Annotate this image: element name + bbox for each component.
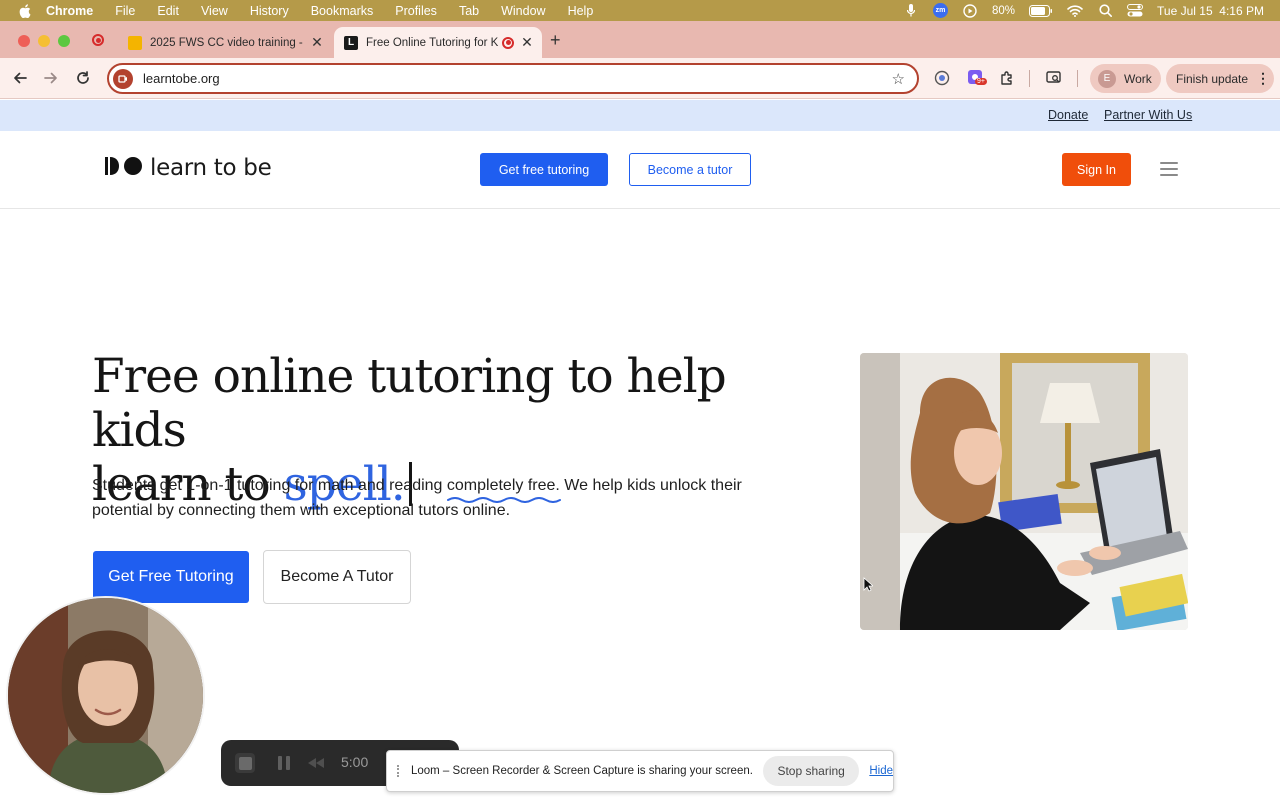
finish-update-label: Finish update — [1176, 71, 1249, 86]
control-center-icon[interactable] — [1127, 3, 1144, 19]
tab-recording-icon — [502, 36, 514, 49]
hero-text-highlight: completely free — [446, 477, 556, 494]
menu-help[interactable]: Help — [568, 4, 594, 18]
tab-search-icon[interactable] — [1044, 68, 1064, 88]
learntobe-icon: L — [344, 35, 358, 50]
toolbar-divider — [1077, 70, 1078, 87]
site-logo[interactable]: learn to be — [104, 155, 272, 181]
close-tab-icon[interactable]: ✕ — [518, 34, 536, 52]
menu-history[interactable]: History — [250, 4, 289, 18]
bookmark-star-icon[interactable]: ☆ — [892, 70, 905, 88]
battery-percent: 80% — [992, 4, 1016, 17]
menu-edit[interactable]: Edit — [157, 4, 179, 18]
extension-badge: 9+ — [975, 78, 987, 85]
reload-icon[interactable] — [73, 68, 93, 88]
become-a-tutor-button[interactable]: Become A Tutor — [263, 550, 411, 604]
become-a-tutor-nav-button[interactable]: Become a tutor — [629, 153, 751, 186]
search-icon[interactable] — [1097, 3, 1113, 19]
window-minimize-button[interactable] — [38, 35, 50, 47]
recording-indicator-icon[interactable] — [92, 34, 108, 46]
hero-text-before: Students get 1-on-1 tutoring for math an… — [92, 477, 447, 494]
back-arrow-icon[interactable] — [10, 68, 30, 88]
hero-text-highlight-wrap: completely free — [446, 473, 561, 503]
profile-name: Work — [1124, 71, 1152, 86]
menu-file[interactable]: File — [115, 4, 135, 18]
menu-window[interactable]: Window — [501, 4, 545, 18]
loom-webcam-bubble[interactable] — [6, 596, 205, 795]
menu-bookmarks[interactable]: Bookmarks — [311, 4, 374, 18]
tab-title: Free Online Tutoring for K — [366, 36, 499, 49]
logo-text: learn to be — [150, 155, 272, 181]
avatar: E — [1098, 69, 1116, 88]
get-free-tutoring-button[interactable]: Get Free Tutoring — [93, 551, 249, 603]
hero-description: Students get 1-on-1 tutoring for math an… — [92, 473, 792, 523]
browser-toolbar: learntobe.org ☆ 9+ E Work Finish update … — [0, 58, 1280, 99]
google-slides-icon — [128, 35, 142, 50]
site-top-links-bar: Donate Partner With Us — [0, 100, 1280, 131]
window-zoom-button[interactable] — [58, 35, 70, 47]
apple-logo-icon[interactable] — [18, 3, 32, 18]
wifi-icon[interactable] — [1067, 3, 1083, 19]
menu-view[interactable]: View — [201, 4, 228, 18]
screen-sharing-notification: Loom – Screen Recorder & Screen Capture … — [386, 750, 894, 792]
extensions-puzzle-icon[interactable] — [997, 68, 1017, 88]
menu-profiles[interactable]: Profiles — [395, 4, 437, 18]
restart-icon[interactable] — [307, 756, 325, 774]
close-tab-icon[interactable]: ✕ — [308, 34, 326, 52]
pause-icon[interactable] — [277, 755, 291, 776]
site-header: learn to be Get free tutoring Become a t… — [0, 131, 1280, 209]
menubar-clock[interactable]: Tue Jul 15 4:16 PM — [1157, 4, 1264, 18]
stop-recording-icon[interactable] — [235, 753, 255, 773]
profile-button[interactable]: E Work — [1090, 64, 1161, 93]
tab-title: 2025 FWS CC video training - — [150, 36, 303, 49]
new-tab-button[interactable]: + — [550, 30, 561, 51]
play-circle-icon[interactable] — [962, 3, 978, 19]
get-free-tutoring-nav-button[interactable]: Get free tutoring — [480, 153, 608, 186]
extension-lens-icon[interactable] — [932, 68, 952, 88]
finish-update-button[interactable]: Finish update ⋮ — [1166, 64, 1274, 93]
hide-link[interactable]: Hide — [869, 765, 893, 777]
donate-link[interactable]: Donate — [1048, 108, 1088, 122]
toolbar-divider — [1029, 70, 1030, 87]
recording-timer: 5:00 — [341, 754, 369, 770]
menu-app-chrome[interactable]: Chrome — [46, 4, 93, 18]
drag-handle-icon[interactable] — [397, 765, 401, 777]
hamburger-menu-icon[interactable] — [1160, 162, 1178, 176]
squiggle-underline — [446, 497, 561, 503]
microphone-icon[interactable] — [903, 3, 919, 19]
address-bar[interactable]: learntobe.org ☆ — [107, 63, 919, 94]
learntobe-logo-icon — [104, 156, 144, 181]
hero-tutor-photo — [860, 353, 1188, 630]
sharing-message: Loom – Screen Recorder & Screen Capture … — [410, 765, 753, 777]
tab-fws-training[interactable]: 2025 FWS CC video training - ✕ — [118, 27, 332, 58]
window-close-button[interactable] — [18, 35, 30, 47]
battery-icon[interactable] — [1029, 3, 1053, 19]
forward-arrow-icon[interactable] — [41, 68, 61, 88]
mouse-pointer-icon — [863, 577, 875, 597]
url-text[interactable]: learntobe.org — [143, 71, 220, 86]
menu-tab[interactable]: Tab — [459, 4, 479, 18]
macos-menu-bar: Chrome File Edit View History Bookmarks … — [0, 0, 1280, 21]
stop-sharing-button[interactable]: Stop sharing — [762, 756, 860, 786]
hero-heading-line1: Free online tutoring to help kids — [92, 349, 727, 458]
tab-learntobe[interactable]: L Free Online Tutoring for K ✕ — [334, 27, 542, 58]
extension-loom-icon[interactable]: 9+ — [966, 68, 987, 88]
sign-in-button[interactable]: Sign In — [1062, 153, 1131, 186]
site-info-icon[interactable] — [113, 68, 133, 89]
partner-with-us-link[interactable]: Partner With Us — [1104, 108, 1192, 122]
browser-tab-strip: 2025 FWS CC video training - ✕ L Free On… — [0, 21, 1280, 58]
zoom-status-icon[interactable]: zm — [933, 3, 949, 18]
more-vertical-icon[interactable]: ⋮ — [1256, 70, 1270, 87]
